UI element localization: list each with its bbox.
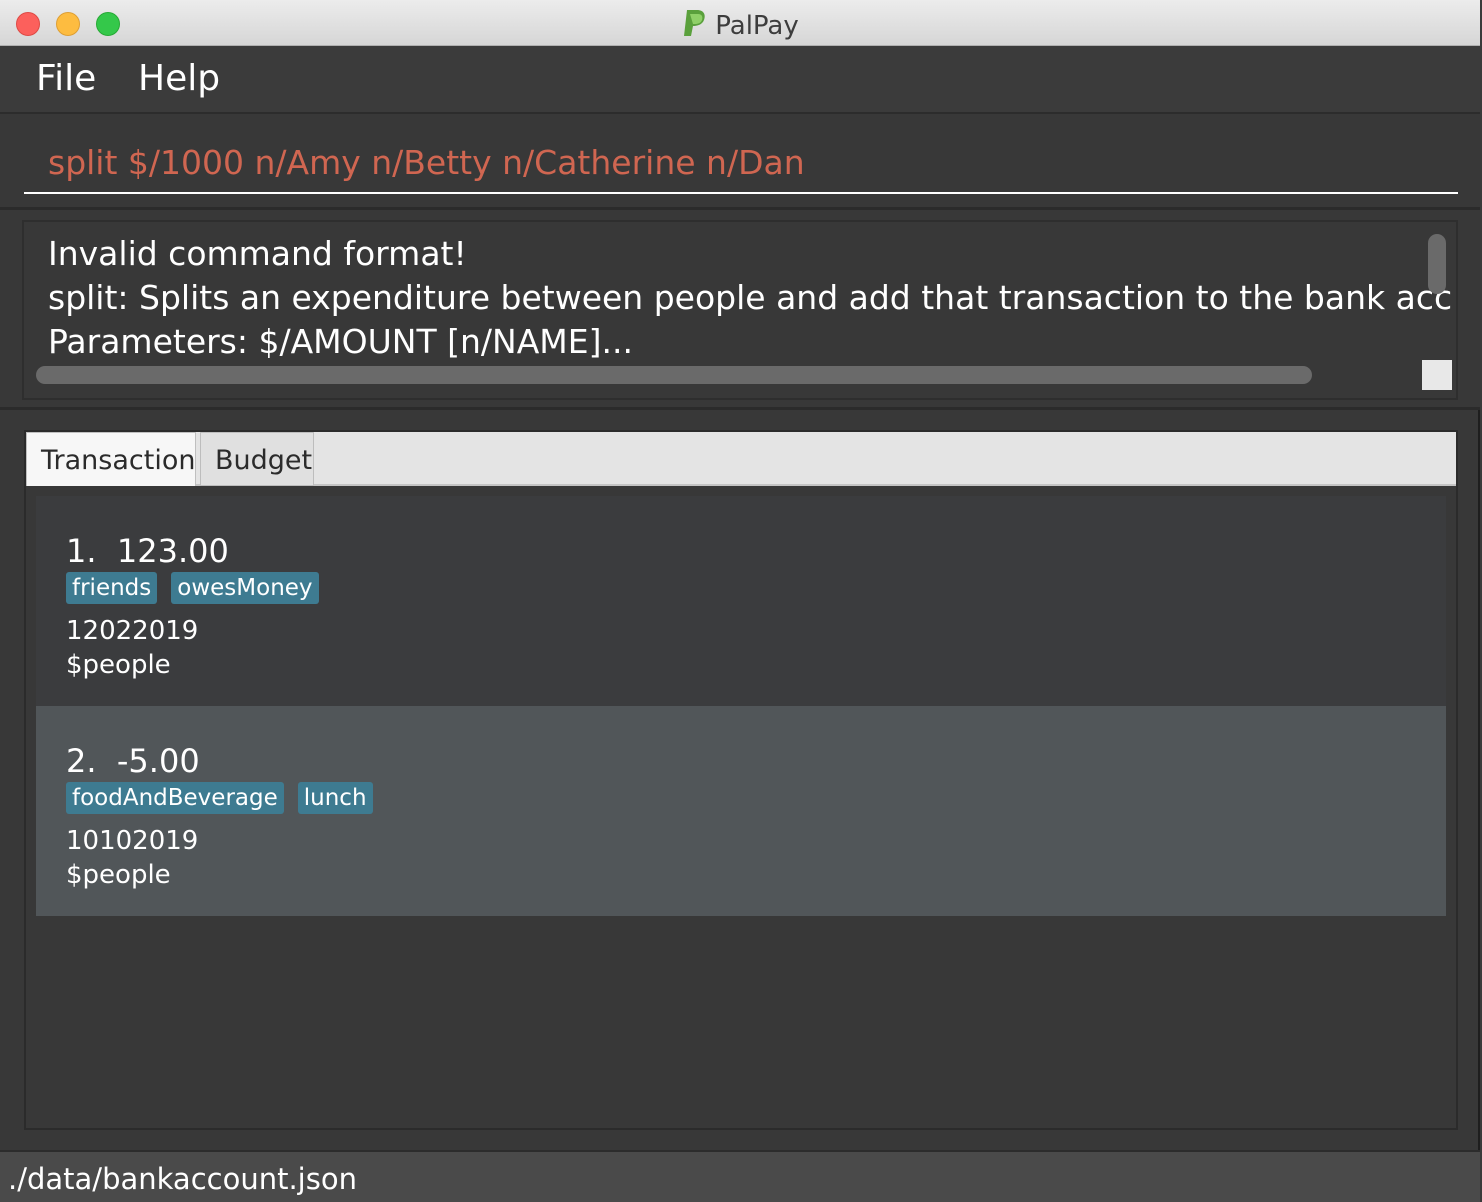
result-line: Parameters: $/AMOUNT [n/NAME]...: [48, 322, 633, 361]
command-box-area: [0, 114, 1480, 210]
palpay-logo-icon: [681, 8, 707, 45]
transaction-people: $people: [66, 860, 171, 890]
result-line: split: Splits an expenditure between peo…: [48, 278, 1453, 317]
transaction-index: 2.: [66, 742, 97, 780]
window-title-wrap: PalPay: [0, 8, 1480, 45]
result-line: Invalid command format!: [48, 234, 467, 273]
tag: friends: [66, 572, 158, 604]
title-bar: PalPay: [0, 0, 1480, 46]
tag-list: foodAndBeverage lunch: [66, 782, 387, 814]
vertical-scrollbar[interactable]: [1428, 234, 1446, 294]
status-bar: ./data/bankaccount.json: [0, 1150, 1480, 1202]
transaction-date: 10102019: [66, 826, 199, 856]
transaction-index: 1.: [66, 532, 97, 570]
result-display[interactable]: Invalid command format! split: Splits an…: [22, 220, 1458, 400]
tab-budget[interactable]: Budget: [200, 432, 314, 486]
transaction-people: $people: [66, 650, 171, 680]
transaction-amount: -5.00: [116, 742, 200, 780]
tag: owesMoney: [171, 572, 319, 604]
window-title: PalPay: [715, 11, 799, 41]
transaction-list[interactable]: 1. 123.00 friends owesMoney 12022019 $peo…: [36, 496, 1446, 916]
tag-list: friends owesMoney: [66, 572, 333, 604]
scroll-corner: [1422, 360, 1452, 390]
tag: lunch: [297, 782, 373, 814]
save-location-path: ./data/bankaccount.json: [8, 1162, 357, 1196]
horizontal-scrollbar[interactable]: [36, 366, 1312, 384]
result-display-area: Invalid command format! split: Splits an…: [0, 210, 1480, 410]
menu-help[interactable]: Help: [138, 58, 220, 99]
tab-bar: Transaction Budget: [26, 432, 1456, 486]
app-window: PalPay File Help Invalid command format!…: [0, 0, 1480, 1202]
tag: foodAndBeverage: [66, 782, 284, 814]
menu-bar: File Help: [0, 46, 1480, 114]
transaction-card[interactable]: 1. 123.00 friends owesMoney 12022019 $peo…: [36, 496, 1446, 706]
tab-pane: Transaction Budget 1. 123.00 friends owes…: [24, 430, 1458, 1130]
tab-transaction[interactable]: Transaction: [26, 432, 196, 486]
transaction-amount: 123.00: [116, 532, 229, 570]
transaction-title: 2. -5.00: [66, 742, 200, 780]
command-input[interactable]: [24, 132, 1458, 194]
transaction-title: 1. 123.00: [66, 532, 229, 570]
menu-file[interactable]: File: [36, 58, 96, 99]
transaction-date: 12022019: [66, 616, 199, 646]
transaction-card[interactable]: 2. -5.00 foodAndBeverage lunch 10102019 $…: [36, 706, 1446, 916]
